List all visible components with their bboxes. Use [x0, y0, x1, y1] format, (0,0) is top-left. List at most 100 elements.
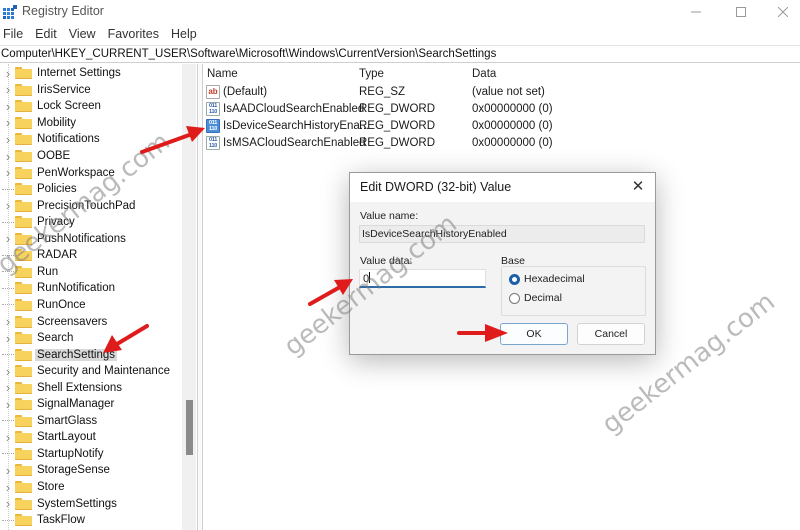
tree-item[interactable]: RunOnce	[0, 297, 182, 314]
maximize-button[interactable]	[718, 0, 764, 24]
chevron-right-icon[interactable]: ›	[2, 397, 14, 412]
value-name-field[interactable]: IsDeviceSearchHistoryEnabled	[359, 225, 645, 243]
window-title: Registry Editor	[22, 4, 104, 18]
registry-editor-app-icon	[3, 5, 17, 19]
chevron-right-icon[interactable]: ›	[2, 66, 14, 81]
tree-item[interactable]: › PenWorkspace	[0, 164, 182, 181]
column-header-type[interactable]: Type	[359, 68, 384, 80]
close-window-button[interactable]	[760, 0, 800, 24]
value-data-input[interactable]: 0	[359, 269, 486, 288]
folder-icon	[15, 199, 32, 212]
tree-scrollbar-thumb[interactable]	[186, 400, 193, 455]
chevron-right-icon[interactable]: ›	[2, 132, 14, 147]
value-type: REG_DWORD	[359, 120, 436, 132]
address-bar[interactable]: Computer\HKEY_CURRENT_USER\Software\Micr…	[0, 45, 800, 63]
radio-decimal-label: Decimal	[524, 292, 562, 304]
tree-item-label: StartupNotify	[37, 447, 104, 460]
list-header: Name Type Data	[203, 67, 800, 83]
tree-item-label: Run	[37, 265, 59, 278]
chevron-right-icon[interactable]: ›	[2, 480, 14, 495]
tree-item[interactable]: StartupNotify	[0, 446, 182, 463]
tree-item[interactable]: › Security and Maintenance	[0, 363, 182, 380]
folder-icon	[15, 315, 32, 328]
dialog-close-button[interactable]: ✕	[627, 177, 649, 197]
minimize-button[interactable]	[673, 0, 719, 24]
chevron-right-icon[interactable]: ›	[2, 331, 14, 346]
chevron-right-icon[interactable]: ›	[2, 380, 14, 395]
folder-icon	[15, 116, 32, 129]
chevron-right-icon[interactable]: ›	[2, 364, 14, 379]
tree-item[interactable]: SearchSettings	[0, 346, 182, 363]
tree-item[interactable]: Policies	[0, 181, 182, 198]
chevron-right-icon[interactable]: ›	[2, 82, 14, 97]
chevron-right-icon[interactable]: ›	[2, 496, 14, 511]
tree-item[interactable]: SmartGlass	[0, 413, 182, 430]
tree-item-label: StartLayout	[37, 431, 96, 444]
binary-value-icon: 011 110	[206, 102, 220, 116]
tree-item[interactable]: › StorageSense	[0, 462, 182, 479]
tree-item[interactable]: › Screensavers	[0, 313, 182, 330]
value-row[interactable]: 011 110 IsDeviceSearchHistoryEna... REG_DWO…	[203, 118, 603, 135]
chevron-right-icon[interactable]: ›	[2, 149, 14, 164]
tree-item-label: Mobility	[37, 116, 76, 129]
tree-item[interactable]: › Store	[0, 479, 182, 496]
column-header-data[interactable]: Data	[472, 68, 496, 80]
tree-item[interactable]: › Shell Extensions	[0, 379, 182, 396]
tree-item[interactable]: › Notifications	[0, 131, 182, 148]
folder-icon	[15, 249, 32, 262]
radio-decimal[interactable]: Decimal	[509, 292, 562, 304]
maximize-icon	[736, 7, 746, 17]
radio-hexadecimal[interactable]: Hexadecimal	[509, 273, 585, 285]
tree-item-label: OOBE	[37, 150, 71, 162]
chevron-right-icon[interactable]: ›	[2, 99, 14, 114]
tree-item[interactable]: › Mobility	[0, 115, 182, 132]
value-row[interactable]: ab (Default) REG_SZ (value not set)	[203, 84, 603, 101]
tree-item[interactable]: › PushNotifications	[0, 231, 182, 248]
folder-icon	[15, 464, 32, 477]
chevron-right-icon[interactable]: ›	[2, 231, 14, 246]
chevron-right-icon[interactable]: ›	[2, 463, 14, 478]
tree-item-label: Shell Extensions	[37, 381, 123, 394]
tree-item[interactable]: Run	[0, 264, 182, 281]
tree-item[interactable]: › PrecisionTouchPad	[0, 197, 182, 214]
tree-scrollbar[interactable]	[182, 64, 196, 530]
chevron-right-icon[interactable]: ›	[2, 115, 14, 130]
menu-file[interactable]: File	[0, 25, 29, 45]
registry-key-tree: › Internet Settings › IrisService › Lock Scre…	[0, 64, 197, 530]
tree-item[interactable]: TaskFlow	[0, 512, 182, 529]
chevron-right-icon[interactable]: ›	[2, 430, 14, 445]
ok-button[interactable]: OK	[500, 323, 568, 345]
chevron-right-icon[interactable]: ›	[2, 198, 14, 213]
column-header-name[interactable]: Name	[207, 68, 238, 80]
cancel-button[interactable]: Cancel	[577, 323, 645, 345]
chevron-right-icon[interactable]: ›	[2, 314, 14, 329]
folder-icon	[15, 150, 32, 162]
value-name-label: Value name:	[360, 210, 419, 222]
tree-item[interactable]: Privacy	[0, 214, 182, 231]
value-data: 0x00000000 (0)	[472, 103, 553, 115]
menu-view[interactable]: View	[66, 25, 102, 45]
menu-favorites[interactable]: Favorites	[105, 25, 165, 45]
value-data: 0x00000000 (0)	[472, 137, 553, 149]
value-row[interactable]: 011 110 IsMSACloudSearchEnabled REG_DWORD 0x…	[203, 135, 603, 152]
value-data: (value not set)	[472, 86, 545, 98]
value-row[interactable]: 011 110 IsAADCloudSearchEnabled REG_DWORD 0x…	[203, 101, 603, 118]
tree-item[interactable]: RunNotification	[0, 280, 182, 297]
menu-edit[interactable]: Edit	[32, 25, 63, 45]
chevron-right-icon[interactable]: ›	[2, 165, 14, 180]
tree-connector	[2, 271, 14, 273]
tree-item[interactable]: › Internet Settings	[0, 65, 182, 82]
tree-item[interactable]: › SignalManager	[0, 396, 182, 413]
tree-connector	[2, 420, 14, 422]
tree-item[interactable]: › IrisService	[0, 82, 182, 99]
tree-item[interactable]: › Lock Screen	[0, 98, 182, 115]
menu-help[interactable]: Help	[168, 25, 203, 45]
tree-item-label: TaskFlow	[37, 514, 85, 527]
tree-item[interactable]: › StartLayout	[0, 429, 182, 446]
tree-item-label: Internet Settings	[37, 67, 121, 80]
tree-item[interactable]: › Search	[0, 330, 182, 347]
folder-icon	[15, 447, 32, 460]
tree-item[interactable]: › SystemSettings	[0, 495, 182, 512]
tree-item[interactable]: › OOBE	[0, 148, 182, 165]
tree-item[interactable]: RADAR	[0, 247, 182, 264]
